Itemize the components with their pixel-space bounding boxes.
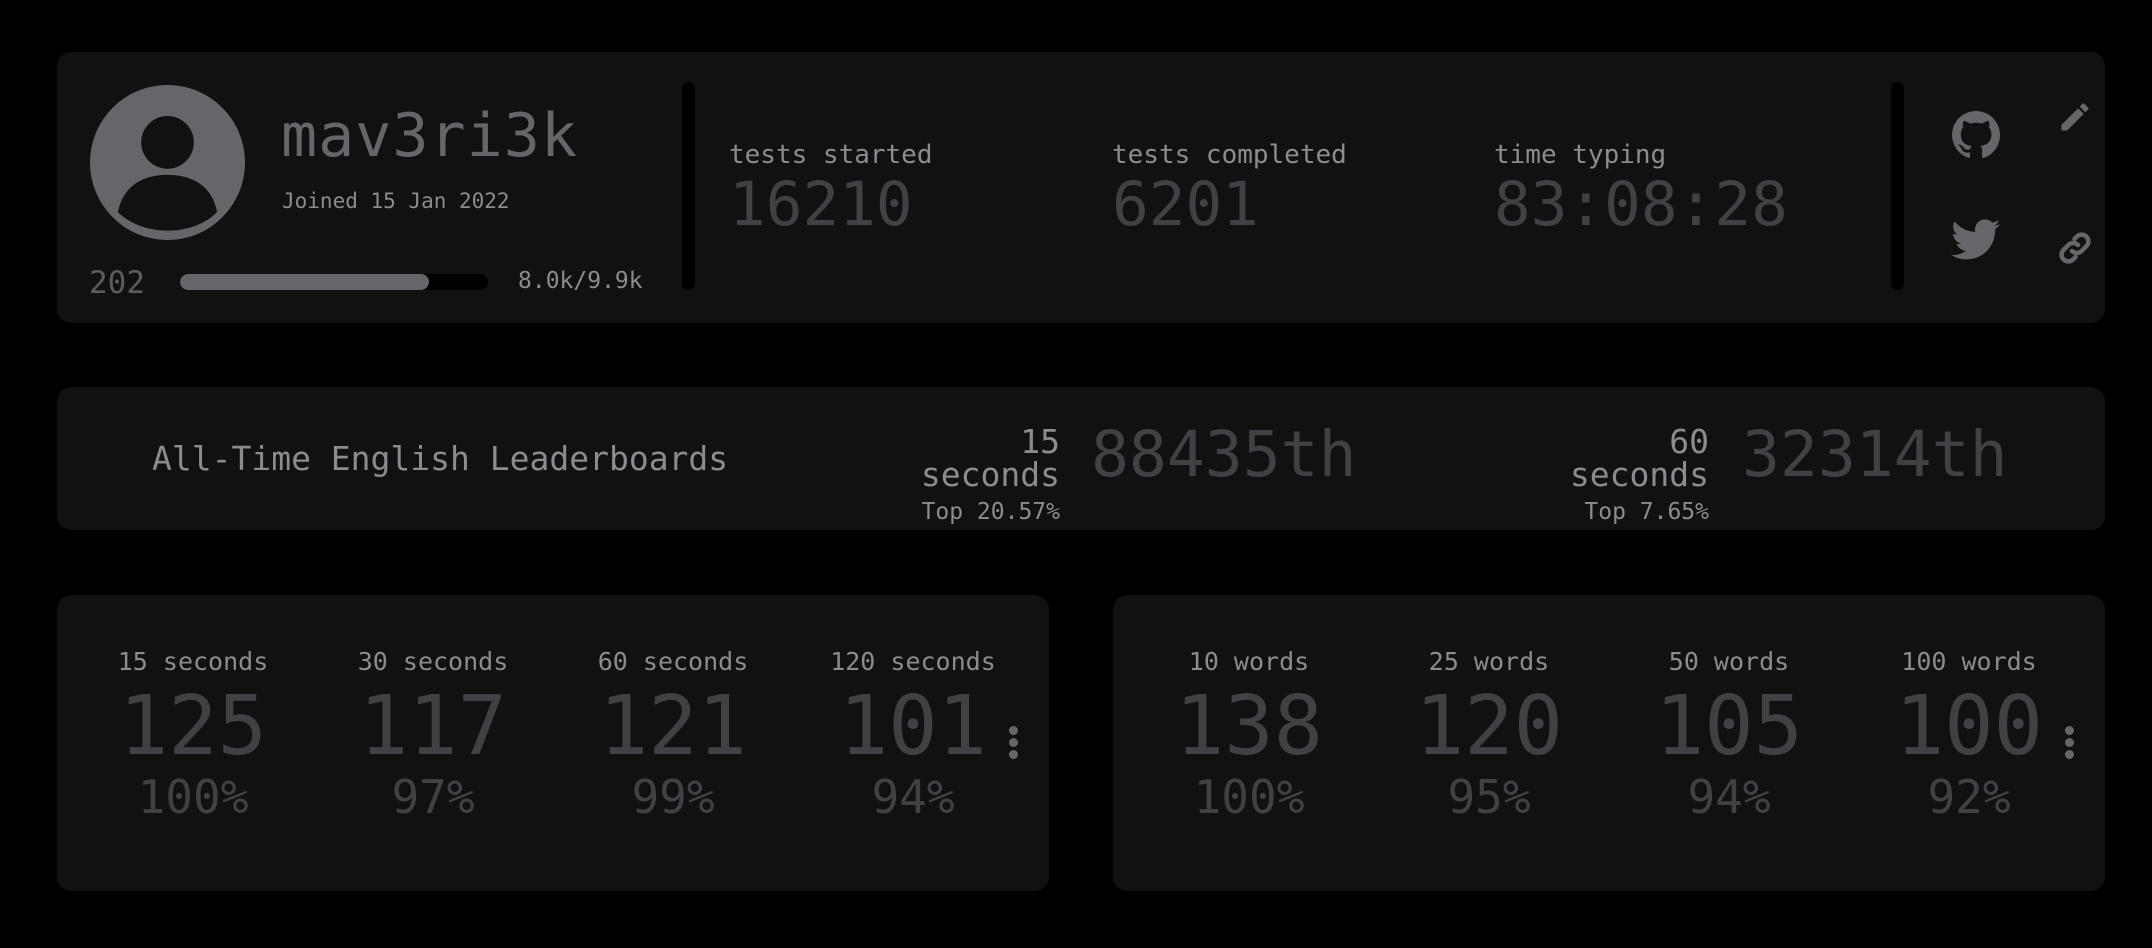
pb-label: 10 words <box>1188 647 1310 676</box>
leaderboard-mode: 60 seconds <box>1569 422 1709 494</box>
stat-tests-completed: tests completed 6201 <box>1112 142 1347 235</box>
leaderboard-card: All-Time English Leaderboards 15 seconds… <box>57 387 2105 530</box>
pb-wpm: 117 <box>358 679 508 774</box>
pb-label: 60 seconds <box>597 647 749 676</box>
xp-text: 8.0k/9.9k <box>518 268 643 294</box>
stat-value: 16210 <box>729 169 913 240</box>
pb-accuracy: 94% <box>1687 770 1771 824</box>
pb-accuracy: 95% <box>1447 770 1531 824</box>
level-badge: 202 <box>89 265 145 301</box>
pb-wpm: 120 <box>1414 679 1564 774</box>
pb-accuracy: 99% <box>631 770 715 824</box>
divider <box>682 82 695 290</box>
pb-label: 120 seconds <box>830 647 996 676</box>
pb-wpm: 105 <box>1654 679 1804 774</box>
leaderboard-top-percent: Top 7.65% <box>1584 499 1709 525</box>
github-icon[interactable] <box>1951 110 2001 160</box>
stat-label: tests completed <box>1112 140 1347 170</box>
pb-accuracy: 97% <box>391 770 475 824</box>
pb-wpm: 121 <box>598 679 748 774</box>
pb-accuracy: 100% <box>137 770 249 824</box>
more-options-icon[interactable] <box>2063 726 2075 760</box>
pb-item: 100 words 100 92% <box>1849 649 2089 820</box>
pb-wpm: 100 <box>1894 679 2044 774</box>
divider <box>1891 82 1904 290</box>
pb-wpm: 101 <box>838 679 988 774</box>
pb-item: 15 seconds 125 100% <box>73 649 313 820</box>
leaderboard-15-info: 15 seconds Top 20.57% <box>865 425 1060 524</box>
leaderboard-mode: 15 seconds <box>920 422 1060 494</box>
stat-value: 6201 <box>1112 169 1259 240</box>
pb-item: 120 seconds 101 94% <box>793 649 1033 820</box>
stat-tests-started: tests started 16210 <box>729 142 933 235</box>
user-avatar-icon <box>90 85 245 240</box>
pb-label: 25 words <box>1428 647 1550 676</box>
leaderboard-60-info: 60 seconds Top 7.65% <box>1516 425 1709 524</box>
stat-label: tests started <box>729 140 933 170</box>
profile-card: mav3ri3k Joined 15 Jan 2022 202 8.0k/9.9… <box>57 52 2105 323</box>
pb-label: 30 seconds <box>357 647 509 676</box>
link-icon[interactable] <box>2057 230 2093 266</box>
pb-item: 50 words 105 94% <box>1609 649 1849 820</box>
pb-wpm: 125 <box>118 679 268 774</box>
pb-label: 15 seconds <box>117 647 269 676</box>
leaderboard-rank: 88435th <box>1091 418 1357 491</box>
more-options-icon[interactable] <box>1007 726 1019 760</box>
stat-value: 83:08:28 <box>1494 169 1788 240</box>
stat-time-typing: time typing 83:08:28 <box>1494 142 1788 235</box>
xp-progress-fill <box>180 274 430 290</box>
twitter-icon[interactable] <box>1951 218 2001 262</box>
pb-item: 30 seconds 117 97% <box>313 649 553 820</box>
stat-label: time typing <box>1494 140 1667 170</box>
personal-best-time-card: 15 seconds 125 100% 30 seconds 117 97% 6… <box>57 595 1049 891</box>
pb-label: 50 words <box>1668 647 1790 676</box>
personal-best-words-card: 10 words 138 100% 25 words 120 95% 50 wo… <box>1113 595 2105 891</box>
pb-accuracy: 100% <box>1193 770 1305 824</box>
leaderboard-top-percent: Top 20.57% <box>921 499 1060 525</box>
leaderboard-title: All-Time English Leaderboards <box>152 439 729 478</box>
avatar <box>90 85 245 240</box>
pb-item: 10 words 138 100% <box>1129 649 1369 820</box>
pb-accuracy: 94% <box>871 770 955 824</box>
pb-item: 25 words 120 95% <box>1369 649 1609 820</box>
pb-label: 100 words <box>1901 647 2037 676</box>
pb-item: 60 seconds 121 99% <box>553 649 793 820</box>
pencil-icon[interactable] <box>2057 99 2093 135</box>
joined-date: Joined 15 Jan 2022 <box>282 189 510 213</box>
xp-progress-bar <box>180 274 488 290</box>
pb-accuracy: 92% <box>1927 770 2011 824</box>
pb-wpm: 138 <box>1174 679 1324 774</box>
leaderboard-rank: 32314th <box>1742 418 2008 491</box>
username: mav3ri3k <box>281 101 578 171</box>
